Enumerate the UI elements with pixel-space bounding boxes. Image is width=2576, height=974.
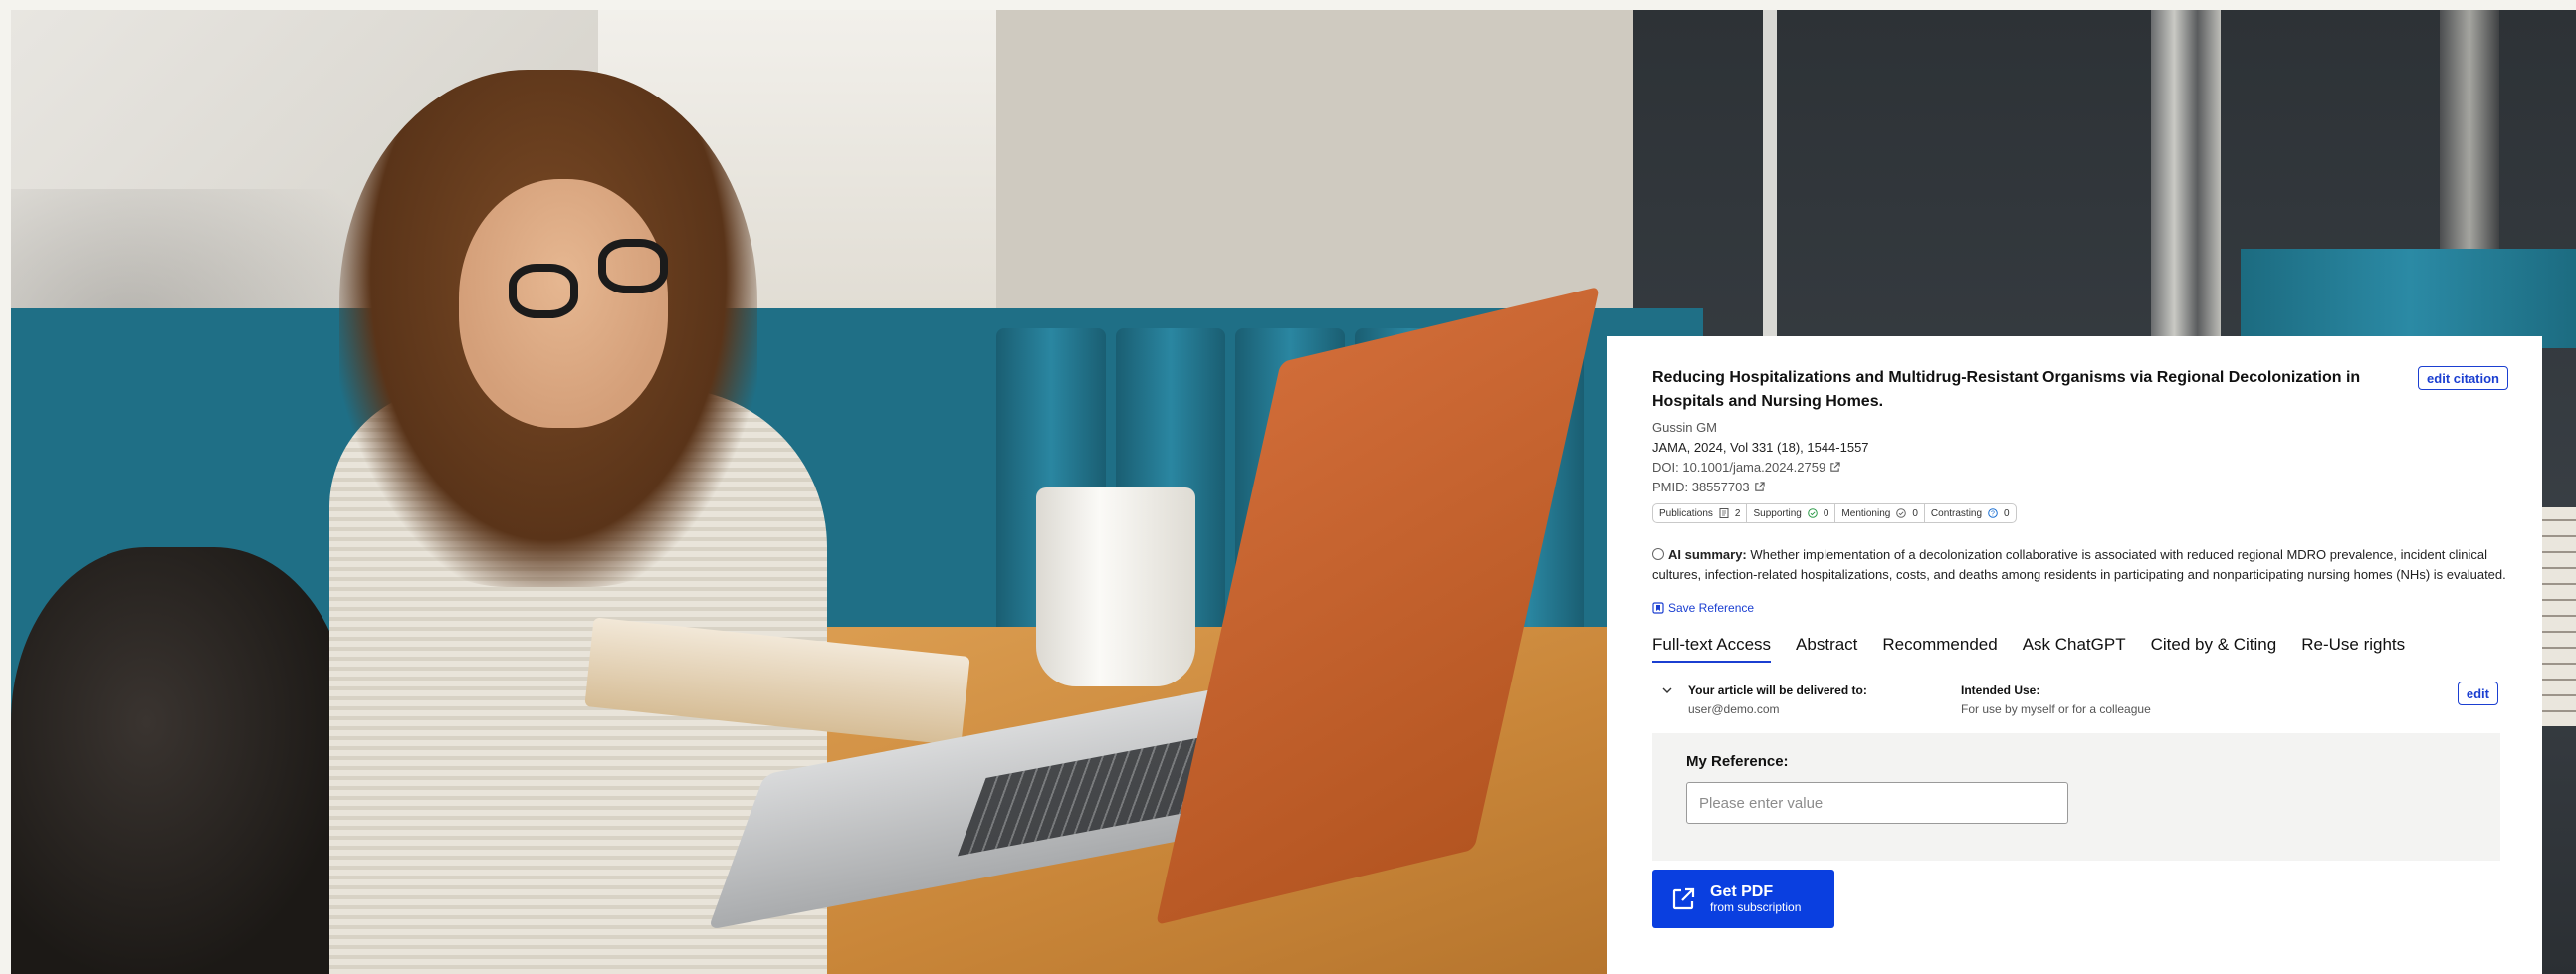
check-circle-icon: [1896, 508, 1907, 518]
photo-books: [2539, 507, 2576, 726]
doi-link[interactable]: DOI: 10.1001/jama.2024.2759: [1652, 460, 1825, 475]
pmid-link[interactable]: PMID: 38557703: [1652, 480, 1750, 494]
tab-ask-chatgpt[interactable]: Ask ChatGPT: [2023, 631, 2126, 663]
badge-label: Mentioning: [1841, 507, 1891, 519]
article-tabs: Full-text Access Abstract Recommended As…: [1652, 631, 2508, 664]
photo-mug: [1036, 487, 1195, 686]
badge-count: 2: [1734, 507, 1741, 519]
external-link-icon[interactable]: [1754, 482, 1765, 492]
photo-bag: [11, 547, 349, 974]
badge-publications[interactable]: Publications 2: [1653, 504, 1748, 522]
photo-glasses: [509, 264, 578, 318]
ai-summary-label: AI summary:: [1668, 547, 1747, 562]
my-reference-label: My Reference:: [1686, 753, 1789, 770]
badge-label: Contrasting: [1930, 507, 1983, 519]
badge-label: Publications: [1659, 507, 1713, 519]
badge-supporting[interactable]: Supporting 0: [1747, 504, 1836, 522]
article-title: Reducing Hospitalizations and Multidrug-…: [1652, 369, 2361, 410]
delivery-email: user@demo.com: [1688, 702, 1780, 716]
delivery-destination: Your article will be delivered to: user@…: [1688, 682, 1961, 725]
article-card: Reducing Hospitalizations and Multidrug-…: [1607, 336, 2542, 974]
ai-sparkle-icon: [1652, 548, 1664, 560]
tab-cited-by-citing[interactable]: Cited by & Citing: [2151, 631, 2277, 663]
save-reference-label[interactable]: Save Reference: [1668, 601, 1754, 615]
edit-delivery-button[interactable]: edit: [2457, 682, 2498, 705]
article-author: Gussin GM: [1652, 420, 1718, 435]
tab-abstract[interactable]: Abstract: [1796, 631, 1857, 663]
intended-use-value: For use by myself or for a colleague: [1961, 702, 2151, 716]
delivery-info: Your article will be delivered to: user@…: [1652, 682, 2508, 725]
photo-window-frame: [1763, 10, 1777, 338]
get-pdf-button[interactable]: Get PDF from subscription: [1652, 870, 1834, 928]
open-external-icon: [1672, 887, 1695, 909]
get-pdf-sublabel: from subscription: [1710, 900, 1802, 914]
tab-full-text-access[interactable]: Full-text Access: [1652, 631, 1772, 663]
get-pdf-label: Get PDF: [1710, 883, 1774, 900]
ai-summary-text: Whether implementation of a decolonizati…: [1652, 547, 2506, 582]
ai-summary: AI summary: Whether implementation of a …: [1652, 545, 2508, 585]
svg-text:?: ?: [1991, 511, 1995, 518]
badge-count: 0: [1912, 507, 1918, 519]
bookmark-icon: [1652, 602, 1664, 614]
badge-count: 0: [2004, 507, 2010, 519]
tab-recommended[interactable]: Recommended: [1882, 631, 1997, 663]
photo-glasses: [598, 239, 668, 293]
intended-use-label: Intended Use:: [1961, 683, 2040, 697]
save-reference-link[interactable]: Save Reference: [1652, 601, 2508, 615]
chevron-down-icon[interactable]: [1660, 683, 1674, 697]
photo-window-frame: [2151, 10, 2221, 338]
question-circle-icon: ?: [1988, 508, 1998, 518]
article-doi[interactable]: DOI: 10.1001/jama.2024.2759: [1652, 458, 2508, 478]
delivery-label: Your article will be delivered to:: [1688, 683, 1867, 697]
badge-count: 0: [1823, 507, 1829, 519]
check-circle-icon: [1808, 508, 1818, 518]
article-pmid[interactable]: PMID: 38557703: [1652, 478, 2508, 497]
article-header: Reducing Hospitalizations and Multidrug-…: [1652, 366, 2508, 414]
article-journal: JAMA, 2024, Vol 331 (18), 1544-1557: [1652, 440, 1869, 455]
my-reference-input[interactable]: [1686, 782, 2068, 824]
badge-mentioning[interactable]: Mentioning 0: [1835, 504, 1925, 522]
document-icon: [1719, 508, 1729, 518]
badge-contrasting[interactable]: Contrasting ? 0: [1925, 504, 2016, 522]
citation-badges[interactable]: Publications 2 Supporting 0 Mentioning 0…: [1652, 503, 2017, 523]
intended-use: Intended Use: For use by myself or for a…: [1961, 682, 2151, 725]
badge-label: Supporting: [1753, 507, 1802, 519]
photo-bench-right: [2241, 249, 2576, 348]
edit-citation-button[interactable]: edit citation: [2418, 366, 2508, 390]
my-reference-section: My Reference:: [1652, 733, 2500, 861]
tab-reuse-rights[interactable]: Re-Use rights: [2301, 631, 2405, 663]
external-link-icon[interactable]: [1829, 462, 1840, 473]
